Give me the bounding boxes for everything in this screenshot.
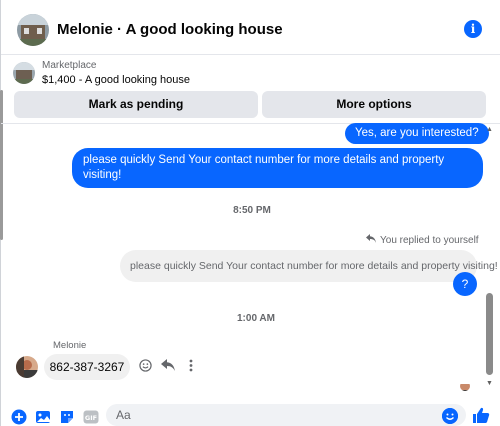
reply-note: You replied to yourself	[366, 234, 479, 246]
info-icon[interactable]: i	[464, 20, 482, 38]
message-outgoing[interactable]: Yes, are you interested?	[345, 123, 489, 144]
scroll-down-arrow-icon[interactable]: ▼	[486, 380, 493, 387]
listing-category: Marketplace	[42, 60, 97, 71]
contact-avatar[interactable]	[17, 14, 49, 46]
listing-title[interactable]: $1,400 - A good looking house	[42, 74, 190, 86]
message-outgoing[interactable]: please quickly Send Your contact number …	[72, 148, 483, 188]
message-input[interactable]	[116, 407, 436, 423]
left-scrollbar[interactable]	[0, 90, 3, 240]
reply-arrow-icon	[366, 234, 376, 246]
svg-text:GIF: GIF	[85, 414, 97, 422]
react-emoji-icon[interactable]	[138, 358, 152, 372]
message-input-box	[106, 404, 466, 426]
more-icon[interactable]	[184, 358, 198, 372]
mark-as-pending-button[interactable]: Mark as pending	[14, 91, 258, 118]
timestamp: 8:50 PM	[233, 205, 271, 216]
scroll-up-arrow-icon[interactable]: ▲	[486, 126, 493, 133]
reply-note-text: You replied to yourself	[380, 234, 479, 246]
message-outgoing[interactable]: ?	[453, 272, 477, 296]
seen-avatar	[460, 381, 470, 391]
chat-title[interactable]: Melonie · A good looking house	[57, 21, 283, 38]
emoji-icon[interactable]	[442, 408, 458, 424]
timestamp: 1:00 AM	[237, 313, 275, 324]
listing-thumbnail[interactable]	[13, 62, 35, 84]
message-actions	[138, 358, 198, 372]
reply-icon[interactable]	[161, 358, 175, 372]
thumbs-up-icon[interactable]	[472, 406, 490, 424]
sticker-icon[interactable]	[59, 409, 75, 425]
gif-icon[interactable]: GIF	[83, 409, 99, 425]
scrollbar-thumb[interactable]	[486, 293, 493, 375]
message-incoming[interactable]: 862-387-3267	[44, 354, 130, 380]
chat-header: Melonie · A good looking house i	[1, 0, 500, 55]
sender-name: Melonie	[53, 340, 87, 351]
plus-circle-icon[interactable]	[11, 409, 27, 425]
sender-avatar[interactable]	[16, 356, 38, 378]
photo-icon[interactable]	[35, 409, 51, 425]
quoted-message[interactable]: please quickly Send Your contact number …	[120, 250, 498, 282]
more-options-button[interactable]: More options	[262, 91, 486, 118]
